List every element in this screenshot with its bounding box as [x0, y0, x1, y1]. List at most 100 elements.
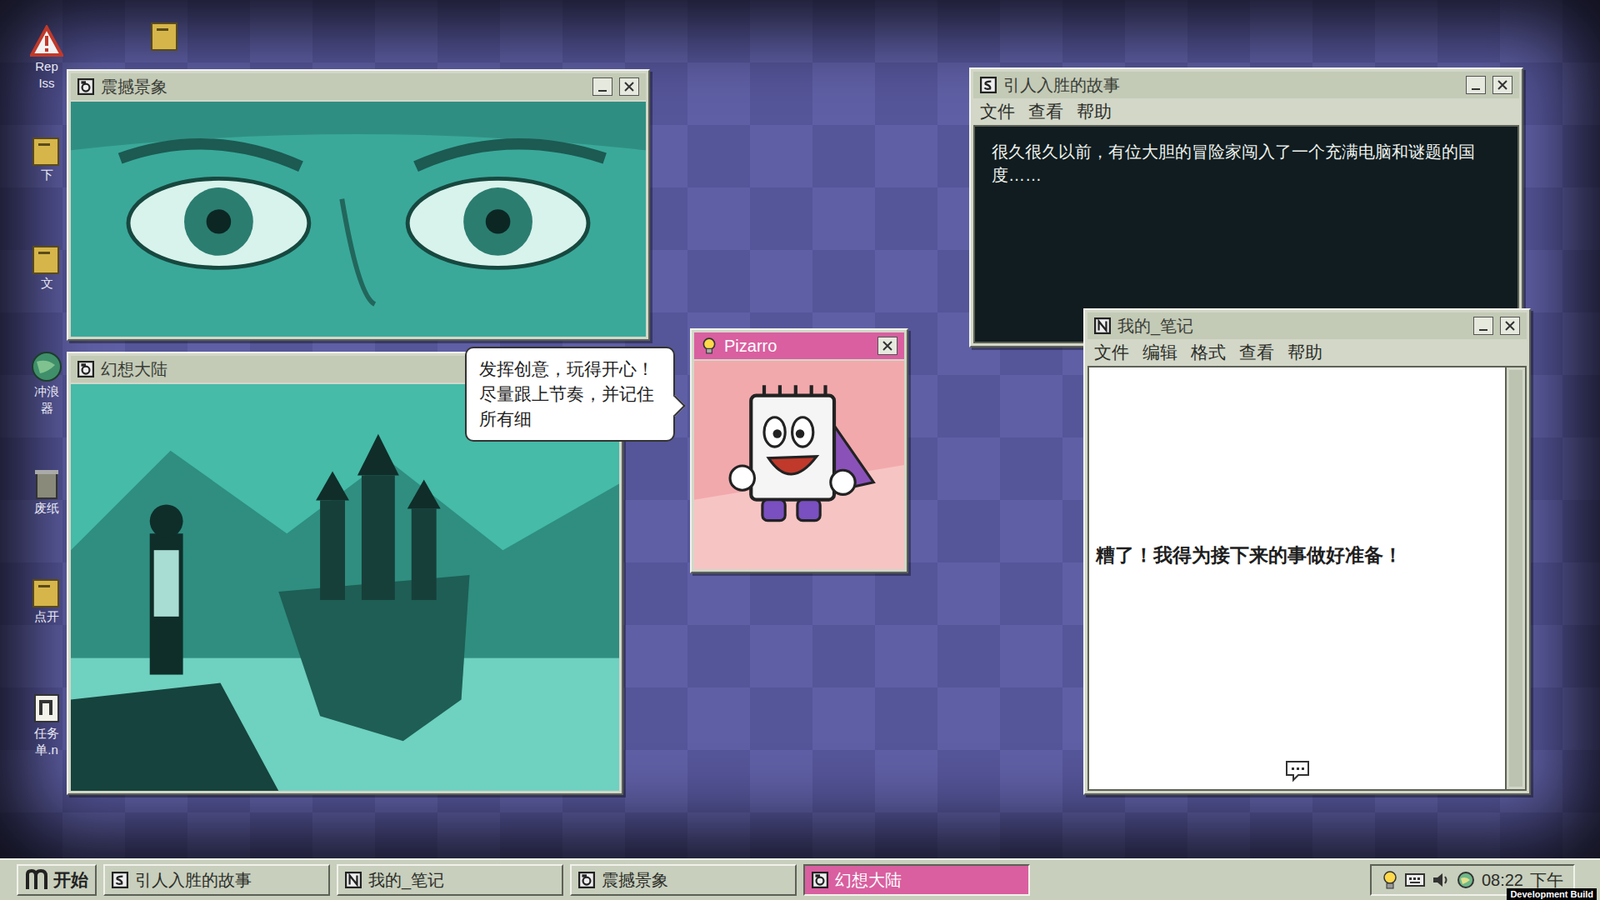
- title-bar[interactable]: 引人入胜的故事: [973, 71, 1520, 99]
- taskbar-item[interactable]: 我的_笔记: [336, 864, 564, 896]
- bulb-icon: [700, 337, 718, 355]
- window-icon: [111, 871, 129, 889]
- icon-label: Iss: [38, 75, 55, 92]
- folder-icon: [30, 133, 64, 167]
- menu-item[interactable]: 编辑: [1142, 340, 1178, 365]
- bin-icon: [30, 466, 64, 500]
- notes-text-area[interactable]: 糟了！我得为接下来的事做好准备！: [1089, 367, 1505, 790]
- keyboard-icon: [1405, 871, 1425, 889]
- icon-label: 器: [40, 400, 54, 417]
- start-button[interactable]: 开始: [16, 864, 97, 896]
- bulb-icon: [1381, 870, 1399, 890]
- menu-bar: 文件查看帮助: [973, 98, 1520, 125]
- menu-item[interactable]: 帮助: [1287, 340, 1323, 365]
- close-button[interactable]: [1500, 316, 1520, 335]
- eyes-picture: [70, 101, 646, 337]
- window-title: 引人入胜的故事: [1003, 72, 1460, 98]
- window-icon: [578, 871, 595, 889]
- note-icon: [30, 691, 64, 725]
- desktop: RepIss下文冲浪器废纸点开任务单.n震撼景象幻想大陆引人入胜的故事文件查看帮…: [0, 0, 1600, 859]
- folder-icon: [30, 241, 64, 275]
- menu-item[interactable]: 文件: [980, 100, 1015, 124]
- warning-icon: [30, 25, 64, 59]
- icon-label: 下: [40, 166, 54, 184]
- window-icon: [811, 871, 829, 889]
- title-bar[interactable]: 我的_笔记: [1087, 312, 1527, 340]
- taskbar-item-label[interactable]: 我的_笔记: [368, 867, 445, 893]
- notepad-mascot-icon: [694, 360, 905, 570]
- start-logo-icon: [25, 869, 50, 891]
- close-icon: [1502, 318, 1518, 334]
- window-icon: [345, 871, 362, 889]
- desktop-icon[interactable]: 文: [28, 241, 65, 292]
- close-button[interactable]: [619, 77, 640, 96]
- notes-area: 糟了！我得为接下来的事做好准备！: [1087, 365, 1527, 791]
- icon-label: 冲浪: [34, 383, 60, 400]
- speech-bubble: 发挥创意，玩得开心！尽量跟上节奏，并记住所有细: [465, 346, 675, 442]
- castle-picture: [70, 384, 620, 791]
- minimize-icon: [1475, 318, 1491, 334]
- menu-bar: 文件编辑格式查看帮助: [1087, 339, 1527, 366]
- taskbar-item[interactable]: 幻想大陆: [803, 864, 1030, 896]
- window: 我的_笔记文件编辑格式查看帮助糟了！我得为接下来的事做好准备！: [1083, 308, 1531, 795]
- close-icon: [880, 338, 895, 354]
- window: 引人入胜的故事文件查看帮助很久很久以前，有位大胆的冒险家闯入了一个充满电脑和谜题…: [969, 67, 1524, 348]
- taskbar-item[interactable]: 引人入胜的故事: [103, 864, 330, 896]
- desktop-icon[interactable]: RepIss: [28, 25, 65, 92]
- icon-label: Rep: [35, 58, 59, 75]
- window-title: Pizarro: [724, 333, 871, 359]
- desktop-icon[interactable]: 废纸: [28, 466, 65, 517]
- close-icon: [621, 79, 637, 95]
- desktop-icon[interactable]: 冲浪器: [28, 350, 65, 417]
- title-bar[interactable]: 震撼景象: [70, 73, 646, 100]
- taskbar-item[interactable]: 震撼景象: [570, 864, 797, 896]
- folder-icon: [148, 18, 182, 52]
- icon-label: 点开: [34, 608, 60, 625]
- desktop-icon[interactable]: 点开: [28, 575, 65, 625]
- desktop-icon[interactable]: [146, 18, 184, 52]
- minimize-button[interactable]: [1465, 75, 1486, 95]
- window-icon: [980, 76, 997, 94]
- folder-icon: [30, 575, 64, 609]
- menu-item[interactable]: 文件: [1094, 340, 1130, 365]
- menu-item[interactable]: 查看: [1028, 100, 1064, 124]
- desktop-icon[interactable]: 任务单.n: [28, 691, 65, 759]
- title-bar[interactable]: Pizarro: [694, 332, 905, 360]
- icon-label: 废纸: [34, 500, 60, 517]
- taskbar-item-label[interactable]: 引人入胜的故事: [135, 867, 252, 893]
- icon-label: 文: [40, 275, 54, 292]
- window-title: 震撼景象: [100, 74, 586, 100]
- minimize-icon: [1468, 77, 1484, 93]
- globe-icon: [1456, 870, 1475, 890]
- close-icon: [1495, 77, 1510, 93]
- minimize-icon: [595, 79, 610, 95]
- chat-bubble-icon[interactable]: [1284, 759, 1311, 783]
- bubble-tail: [664, 395, 685, 416]
- scrollbar[interactable]: [1505, 367, 1525, 790]
- close-button[interactable]: [1492, 75, 1513, 95]
- start-label[interactable]: 开始: [53, 866, 89, 894]
- close-button[interactable]: [877, 336, 898, 355]
- scroll-thumb[interactable]: [1509, 370, 1523, 787]
- window: 震撼景象: [66, 69, 650, 341]
- window-icon: [77, 360, 95, 378]
- note-text: 糟了！我得为接下来的事做好准备！: [1095, 542, 1499, 568]
- speech-text: 发挥创意，玩得开心！尽量跟上节奏，并记住所有细: [479, 356, 663, 432]
- window-icon: [77, 78, 95, 95]
- menu-item[interactable]: 格式: [1190, 340, 1226, 365]
- taskbar-item-label[interactable]: 幻想大陆: [835, 867, 902, 893]
- minimize-button[interactable]: [1473, 316, 1494, 335]
- window-icon: [1094, 317, 1111, 335]
- menu-item[interactable]: 查看: [1239, 340, 1275, 365]
- icon-label: 单.n: [35, 741, 59, 759]
- speaker-icon: [1431, 871, 1450, 889]
- window: Pizarro发挥创意，玩得开心！尽量跟上节奏，并记住所有细: [690, 328, 909, 574]
- build-tag: Development Build: [1506, 888, 1597, 900]
- taskbar-item-label[interactable]: 震撼景象: [601, 867, 669, 893]
- menu-item[interactable]: 帮助: [1076, 100, 1112, 124]
- minimize-button[interactable]: [592, 77, 613, 96]
- window-title: 我的_笔记: [1117, 313, 1467, 339]
- story-text: 很久很久以前，有位大胆的冒险家闯入了一个充满电脑和谜题的国度……: [991, 140, 1501, 187]
- build-tag-text: Development Build: [1510, 888, 1594, 900]
- desktop-icon[interactable]: 下: [28, 133, 65, 184]
